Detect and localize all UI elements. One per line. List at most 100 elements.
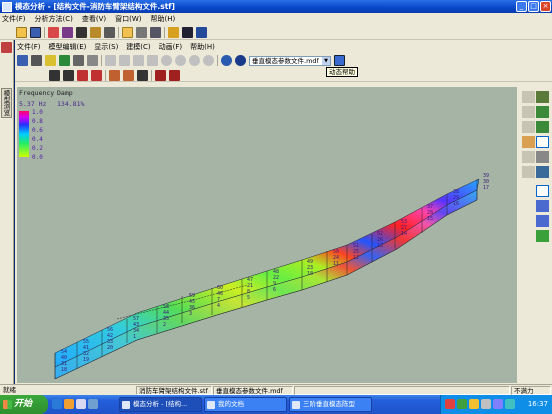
folder-icon[interactable] bbox=[64, 399, 74, 409]
wave-icon[interactable] bbox=[123, 69, 134, 81]
film-icon[interactable] bbox=[76, 26, 87, 38]
line-icon[interactable] bbox=[522, 91, 535, 103]
task-mode-shape[interactable]: 三阶垂直模态陈型 bbox=[289, 397, 372, 412]
paste-icon[interactable] bbox=[147, 55, 158, 66]
tab-model-browser[interactable]: 模型浏览 bbox=[1, 88, 12, 118]
save-icon[interactable] bbox=[17, 55, 28, 66]
model-window: 文件(F) 模型编辑(E) 显示(S) 建模(C) 动画(F) 帮助(H) 垂直… bbox=[15, 40, 552, 384]
split-icon[interactable] bbox=[536, 166, 549, 178]
legend-frequency-value: 5.37 Hz bbox=[19, 100, 46, 108]
zoom-out-icon[interactable] bbox=[175, 55, 186, 66]
node-icon[interactable] bbox=[59, 55, 70, 66]
tray-icon[interactable] bbox=[469, 399, 479, 409]
step-forward-icon[interactable] bbox=[63, 69, 74, 81]
child-menu-help[interactable]: 帮助(H) bbox=[190, 42, 215, 52]
scale-icon[interactable] bbox=[522, 121, 535, 133]
coordinate-icon[interactable] bbox=[536, 106, 549, 118]
globe-icon[interactable] bbox=[221, 55, 232, 66]
zoom-fit-icon[interactable] bbox=[189, 55, 200, 66]
mode-file-select[interactable]: 垂直模态参数文件.mdf ▼ bbox=[249, 55, 331, 66]
binoculars-icon[interactable] bbox=[182, 26, 193, 38]
child-menu-display[interactable]: 显示(S) bbox=[94, 42, 118, 52]
model-viewport[interactable]: Frequency Damp 5.37 Hz 134.81% 1.0 0.8 0.6… bbox=[17, 87, 517, 383]
calculator-icon[interactable] bbox=[90, 26, 101, 38]
child-menu-file[interactable]: 文件(F) bbox=[17, 42, 41, 52]
status-mode: 不满力 bbox=[511, 386, 551, 395]
maximize-button[interactable]: □ bbox=[528, 1, 539, 12]
start-button[interactable]: 开始 bbox=[0, 395, 48, 414]
record-icon[interactable] bbox=[62, 26, 73, 38]
chevron-down-icon[interactable]: ▼ bbox=[322, 56, 330, 65]
grid-icon[interactable] bbox=[136, 26, 147, 38]
panel-icon[interactable] bbox=[122, 26, 133, 38]
undo-icon[interactable] bbox=[105, 55, 116, 66]
spring-icon[interactable] bbox=[155, 69, 166, 81]
menu-window[interactable]: 窗口(W) bbox=[115, 14, 141, 24]
shading-icon[interactable] bbox=[235, 55, 246, 66]
mirror-icon[interactable] bbox=[522, 151, 535, 163]
flag-icon[interactable] bbox=[109, 69, 120, 81]
print-icon[interactable] bbox=[31, 55, 42, 66]
axis-icon[interactable] bbox=[91, 69, 102, 81]
legend-tick-label: 0.4 bbox=[32, 136, 43, 143]
task-modal-analysis[interactable]: 模态分析 - [结构... bbox=[119, 397, 202, 412]
wave-view-icon[interactable] bbox=[536, 185, 549, 197]
volume-icon[interactable] bbox=[481, 399, 491, 409]
rotate-icon[interactable] bbox=[87, 55, 98, 66]
hatch-icon[interactable] bbox=[536, 151, 549, 163]
step-back-icon[interactable] bbox=[49, 69, 60, 81]
grid-small-icon[interactable] bbox=[522, 166, 535, 178]
model-icon[interactable] bbox=[48, 26, 59, 38]
tile-icon[interactable] bbox=[150, 26, 161, 38]
close-button[interactable]: × bbox=[540, 1, 551, 12]
box-view-icon[interactable] bbox=[536, 200, 549, 212]
zoom-in-icon[interactable] bbox=[161, 55, 172, 66]
redo-icon[interactable] bbox=[119, 55, 130, 66]
legend-damp-value: 134.81% bbox=[57, 100, 84, 108]
trophy-icon[interactable] bbox=[104, 26, 115, 38]
minimize-button[interactable]: _ bbox=[516, 1, 527, 12]
measure-icon[interactable] bbox=[536, 215, 549, 227]
menu-view[interactable]: 查看(V) bbox=[82, 14, 106, 24]
pointer-icon[interactable] bbox=[73, 55, 84, 66]
save-icon[interactable] bbox=[30, 26, 41, 38]
media-icon[interactable] bbox=[88, 399, 98, 409]
rotate-icon[interactable] bbox=[522, 136, 535, 148]
task-my-documents[interactable]: 我的文档 bbox=[204, 397, 287, 412]
mode-shape-svg[interactable]: Frequency Damp 5.37 Hz 134.81% 1.0 0.8 0.6… bbox=[17, 87, 517, 383]
dynamic-help-icon[interactable] bbox=[334, 55, 345, 66]
system-tray: 16:37 bbox=[440, 395, 552, 414]
arrows-icon[interactable] bbox=[137, 69, 148, 81]
child-menu-model-edit[interactable]: 模型编辑(E) bbox=[49, 42, 87, 52]
clock: 16:37 bbox=[527, 400, 548, 408]
menu-help[interactable]: 帮助(H) bbox=[151, 14, 176, 24]
spring-alt-icon[interactable] bbox=[169, 69, 180, 81]
select-axis-icon[interactable] bbox=[536, 136, 549, 148]
tray-icon[interactable] bbox=[445, 399, 455, 409]
child-toolbar-top: 垂直模态参数文件.mdf ▼ bbox=[15, 53, 552, 68]
triangle-icon[interactable] bbox=[536, 230, 549, 242]
context-help-icon[interactable] bbox=[196, 26, 207, 38]
model-browser-icon[interactable] bbox=[1, 42, 12, 53]
child-menu-animation[interactable]: 动画(F) bbox=[159, 42, 183, 52]
rotate-x-icon[interactable] bbox=[536, 121, 549, 133]
tray-icon[interactable] bbox=[457, 399, 467, 409]
preview-icon[interactable] bbox=[45, 55, 56, 66]
zoom-window-icon[interactable] bbox=[203, 55, 214, 66]
move-icon[interactable] bbox=[522, 106, 535, 118]
right-toolbar bbox=[520, 87, 551, 383]
open-folder-icon[interactable] bbox=[16, 26, 27, 38]
status-mode-file: 垂直模态参数文件.mdf bbox=[213, 386, 293, 395]
menu-file[interactable]: 文件(F) bbox=[2, 14, 26, 24]
node-label: 2 bbox=[163, 322, 166, 328]
desktop-icon[interactable] bbox=[76, 399, 86, 409]
tray-icon[interactable] bbox=[505, 399, 515, 409]
ie-icon[interactable] bbox=[52, 399, 62, 409]
menu-analysis-method[interactable]: 分析方法(C) bbox=[35, 14, 73, 24]
child-menu-modeling[interactable]: 建模(C) bbox=[126, 42, 150, 52]
warning-icon[interactable] bbox=[77, 69, 88, 81]
network-icon[interactable] bbox=[493, 399, 503, 409]
axis-node-icon[interactable] bbox=[536, 91, 549, 103]
copy-icon[interactable] bbox=[133, 55, 144, 66]
lightbulb-icon[interactable] bbox=[168, 26, 179, 38]
